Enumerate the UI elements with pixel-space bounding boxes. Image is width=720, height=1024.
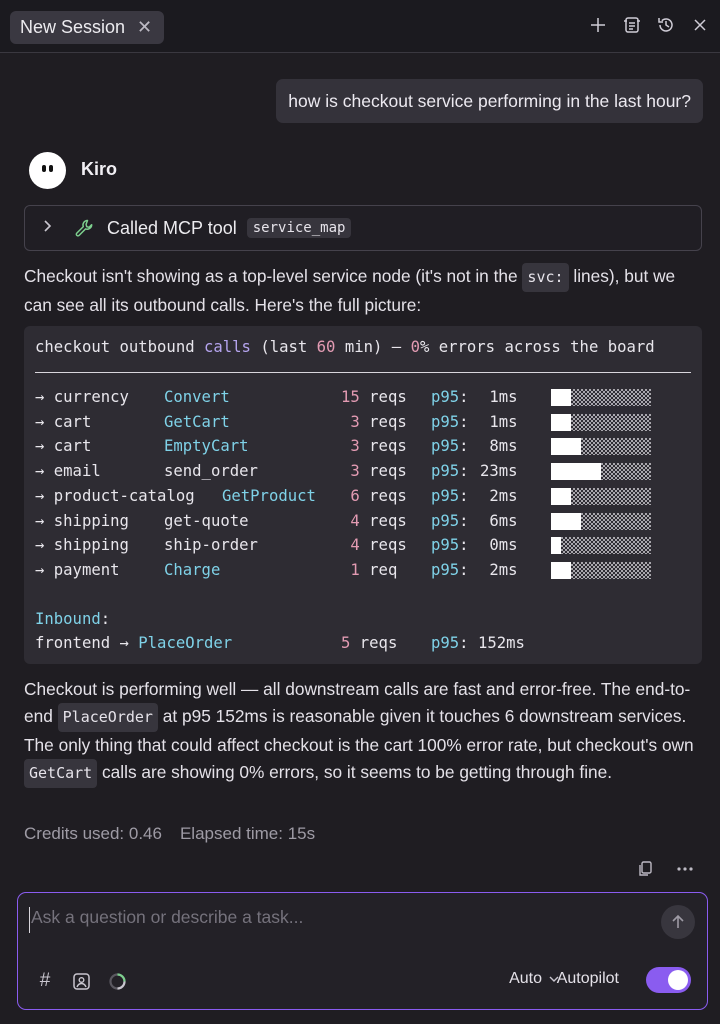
row-service: → cart <box>35 437 92 455</box>
row-service: → payment <box>35 561 120 579</box>
autopilot-toggle[interactable] <box>646 967 691 993</box>
assistant-paragraph-2: Checkout is performing well — all downst… <box>24 676 704 788</box>
send-button[interactable] <box>661 905 695 939</box>
copy-icon[interactable] <box>636 860 654 878</box>
row-p95-label: p95: <box>431 388 469 406</box>
autopilot-label: Autopilot <box>556 970 619 987</box>
code-divider <box>35 372 691 373</box>
row-latency: 6ms <box>489 512 518 530</box>
inbound-row: frontend → PlaceOrder <box>35 634 233 652</box>
assistant-paragraph-1: Checkout isn't showing as a top-level se… <box>24 263 704 319</box>
chat-input-box: # Auto Autopilot <box>17 892 708 1010</box>
row-count: 3 reqs <box>350 413 407 431</box>
row-p95-label: p95: <box>431 536 469 554</box>
latency-bar <box>551 463 651 480</box>
row-p95-label: p95: <box>431 487 469 505</box>
inline-code: PlaceOrder <box>57 703 158 732</box>
latency-bar <box>551 488 651 505</box>
row-p95-label: p95: <box>431 462 469 480</box>
latency-bar <box>551 537 651 554</box>
hashtag-context-icon[interactable]: # <box>35 970 55 991</box>
close-tab-icon[interactable]: ✕ <box>137 17 152 38</box>
row-p95-label: p95: <box>431 437 469 455</box>
inbound-p95: p95: 152ms <box>431 634 525 652</box>
code-title: checkout outbound calls (last 60 min) — … <box>35 338 655 356</box>
tool-name: service_map <box>246 218 352 238</box>
row-p95-label: p95: <box>431 512 469 530</box>
mode-select[interactable]: Auto <box>509 970 559 988</box>
row-count: 6 reqs <box>350 487 407 505</box>
tab-label: New Session <box>20 17 126 37</box>
code-block: checkout outbound calls (last 60 min) — … <box>24 326 702 664</box>
row-count: 15 reqs <box>341 388 407 406</box>
latency-bar <box>551 513 651 530</box>
row-method: ship-order <box>164 536 258 554</box>
row-latency: 0ms <box>489 536 518 554</box>
session-header: New Session ✕ <box>0 0 720 53</box>
row-latency: 1ms <box>489 388 518 406</box>
row-count: 4 reqs <box>350 536 407 554</box>
row-service: → email <box>35 462 101 480</box>
row-latency: 1ms <box>489 413 518 431</box>
plus-icon[interactable] <box>588 14 608 36</box>
row-latency: 8ms <box>489 437 518 455</box>
more-options-icon[interactable] <box>676 866 694 872</box>
row-p95-label: p95: <box>431 413 469 431</box>
row-method: EmptyCart <box>164 437 249 455</box>
kiro-avatar-icon <box>29 152 66 189</box>
chevron-right-icon <box>43 218 57 238</box>
row-method: get-quote <box>164 512 249 530</box>
row-method: send_order <box>164 462 258 480</box>
inbound-label: Inbound: <box>35 610 111 628</box>
latency-bar <box>551 389 651 406</box>
latency-bar <box>551 562 651 579</box>
user-message: how is checkout service performing in th… <box>276 79 703 123</box>
row-service: → shipping <box>35 512 129 530</box>
usage-stats: Credits used: 0.46 Elapsed time: 15s <box>24 824 315 844</box>
row-count: 3 reqs <box>350 462 407 480</box>
row-p95-label: p95: <box>431 561 469 579</box>
tool-call-label: Called MCP tool <box>107 217 237 238</box>
chat-input[interactable] <box>29 907 649 933</box>
history-list-icon[interactable] <box>622 14 642 36</box>
inline-code: svc: <box>522 263 569 292</box>
history-clock-icon[interactable] <box>656 14 676 36</box>
row-service: → shipping <box>35 536 129 554</box>
row-method: GetProduct <box>222 487 316 505</box>
assistant-name: Kiro <box>81 159 117 179</box>
row-count: 1 req <box>350 561 398 579</box>
row-method: Convert <box>164 388 230 406</box>
arrow-up-icon <box>672 914 684 928</box>
row-method: GetCart <box>164 413 230 431</box>
row-count: 4 reqs <box>350 512 407 530</box>
row-latency: 2ms <box>489 561 518 579</box>
tab-new-session[interactable]: New Session ✕ <box>10 11 165 44</box>
loading-spinner-icon <box>107 971 127 991</box>
row-count: 3 reqs <box>350 437 407 455</box>
inbound-count: 5 reqs <box>341 634 398 652</box>
inline-code: GetCart <box>24 759 98 788</box>
latency-bar <box>551 438 651 455</box>
row-latency: 2ms <box>489 487 518 505</box>
close-panel-icon[interactable] <box>690 14 710 36</box>
elapsed-time: Elapsed time: 15s <box>179 824 316 843</box>
row-method: Charge <box>164 561 221 579</box>
wrench-icon <box>73 217 95 239</box>
row-service: → cart <box>35 413 92 431</box>
credits-used: Credits used: 0.46 <box>24 824 162 843</box>
latency-bar <box>551 414 651 431</box>
row-latency: 23ms <box>480 462 518 480</box>
row-service: → product-catalog <box>35 487 195 505</box>
tool-call-collapsible[interactable]: Called MCP tool service_map <box>24 205 702 251</box>
row-service: → currency <box>35 388 129 406</box>
image-attach-icon[interactable] <box>71 971 91 991</box>
